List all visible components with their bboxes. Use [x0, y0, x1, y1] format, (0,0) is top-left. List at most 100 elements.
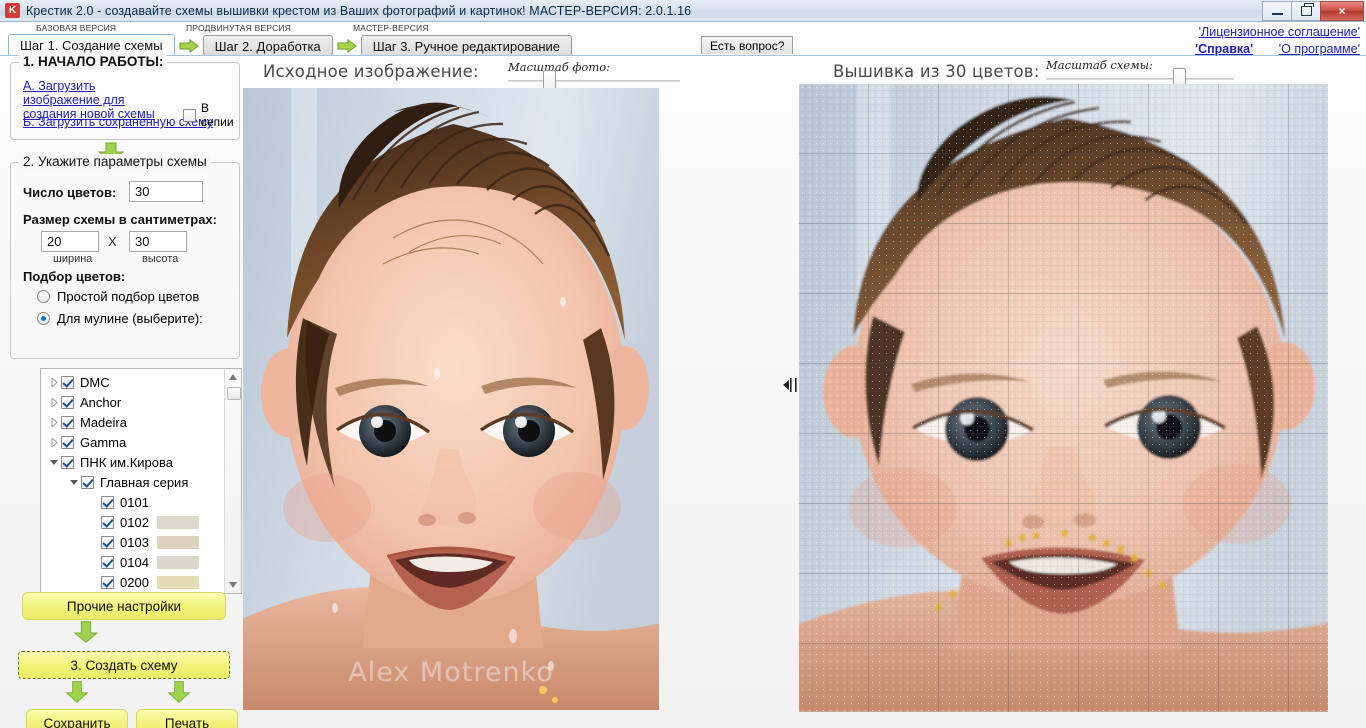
help-link[interactable]: 'Справка' [1195, 42, 1253, 56]
question-button[interactable]: Есть вопрос? [701, 36, 794, 54]
palette-tree[interactable]: DMC Anchor Madeira Gamma ПНК им.Кирова Главна… [40, 368, 242, 594]
size-label: Размер схемы в сантиметрах: [23, 212, 217, 227]
tree-item-checkbox[interactable] [61, 455, 74, 469]
scheme-preview[interactable] [799, 84, 1328, 712]
tree-item-label: 0101 [120, 494, 149, 510]
radio-simple-row[interactable]: Простой подбор цветов [37, 289, 199, 304]
color-swatch [156, 515, 199, 529]
tree-item-label: 0104 [120, 554, 149, 570]
source-photo[interactable]: Alex Motrenko [243, 88, 659, 710]
height-input[interactable]: 30 [129, 231, 187, 252]
tree-item-checkbox[interactable] [61, 395, 74, 409]
tree-item-label: 0102 [120, 514, 149, 530]
tree-item[interactable]: Madeira [41, 412, 227, 432]
photo-zoom-track[interactable] [508, 80, 680, 82]
chevron-down-icon[interactable] [67, 479, 81, 486]
tree-item-label: DMC [80, 374, 110, 390]
radio-simple-label: Простой подбор цветов [57, 289, 200, 304]
tab-underline [0, 55, 1366, 56]
tree-item-checkbox[interactable] [101, 575, 114, 589]
create-scheme-button[interactable]: 3. Создать схему [18, 651, 230, 679]
color-swatch [156, 495, 199, 509]
scrollbar-thumb[interactable] [227, 387, 241, 400]
chevron-down-icon[interactable] [47, 459, 61, 466]
tree-item[interactable]: DMC [41, 372, 227, 392]
tree-item-checkbox[interactable] [101, 495, 114, 509]
tree-item-checkbox[interactable] [101, 555, 114, 569]
chevron-right-icon[interactable] [47, 437, 61, 447]
scroll-up-icon[interactable] [225, 369, 241, 385]
tree-item-checkbox[interactable] [81, 475, 94, 489]
tree-item-label: 0200 [120, 574, 149, 590]
tab-step3[interactable]: Шаг 3. Ручное редактирование [360, 35, 573, 56]
tab-caption-master: МАСТЕР-ВЕРСИЯ [353, 23, 429, 33]
application-window: K Крестик 2.0 - создавайте схемы вышивки… [0, 0, 1366, 728]
title-bar: K Крестик 2.0 - создавайте схемы вышивки… [0, 0, 1366, 22]
chevron-right-icon[interactable] [47, 397, 61, 407]
photo-zoom-label: Масштаб фото: [508, 60, 611, 74]
radio-simple[interactable] [37, 290, 50, 303]
color-selection-label: Подбор цветов: [23, 269, 126, 284]
tab-arrow-1-icon [178, 35, 200, 56]
tree-item[interactable]: 0200 [41, 572, 227, 592]
scheme-zoom-label: Масштаб схемы: [1046, 58, 1153, 72]
photo-panel-title: Исходное изображение: [263, 62, 479, 81]
print-button[interactable]: Печать [136, 709, 238, 728]
step-tab-bar: БАЗОВАЯ ВЕРСИЯ ПРОДВИНУТАЯ ВЕРСИЯ МАСТЕР… [0, 22, 1366, 56]
tree-item[interactable]: Главная серия [41, 472, 227, 492]
tree-item-checkbox[interactable] [61, 435, 74, 449]
tab-caption-basic: БАЗОВАЯ ВЕРСИЯ [36, 23, 117, 33]
start-group-legend: 1. НАЧАЛО РАБОТЫ: [19, 54, 168, 69]
license-link[interactable]: 'Лицензионное соглашение' [1199, 25, 1360, 39]
tree-item-checkbox[interactable] [101, 535, 114, 549]
color-swatch [156, 575, 199, 589]
restore-button[interactable] [1291, 0, 1320, 21]
tree-item[interactable]: Anchor [41, 392, 227, 412]
scheme-zoom-track[interactable] [1046, 78, 1234, 80]
start-group: 1. НАЧАЛО РАБОТЫ: А. Загрузить изображен… [10, 54, 240, 140]
palette-tree-scrollbar[interactable] [224, 369, 241, 593]
sepia-checkbox[interactable] [183, 108, 196, 122]
tree-item-label: Madeira [80, 414, 127, 430]
tree-item-checkbox[interactable] [61, 375, 74, 389]
tree-item[interactable]: 0104 [41, 552, 227, 572]
colors-count-input[interactable]: 30 [129, 181, 203, 202]
radio-floss[interactable] [37, 312, 50, 325]
about-link[interactable]: 'О программе' [1279, 42, 1360, 56]
params-group: 2. Укажите параметры схемы Число цветов:… [10, 154, 240, 359]
minimize-button[interactable] [1262, 0, 1291, 21]
tree-item[interactable]: Gamma [41, 432, 227, 452]
tree-item[interactable]: ПНК им.Кирова [41, 452, 227, 472]
window-controls: × [1262, 0, 1366, 21]
tree-item-label: Главная серия [100, 474, 189, 490]
tab-step1[interactable]: Шаг 1. Создание схемы [8, 34, 175, 56]
radio-floss-label: Для мулине (выберите): [57, 311, 203, 326]
tree-item[interactable]: 0103 [41, 532, 227, 552]
down-arrow-3-icon [64, 679, 90, 705]
sepia-checkbox-row[interactable]: В сепии [183, 101, 239, 129]
tree-item-checkbox[interactable] [101, 515, 114, 529]
chevron-right-icon[interactable] [47, 417, 61, 427]
tree-item[interactable]: 0102 [41, 512, 227, 532]
tree-item-checkbox[interactable] [61, 415, 74, 429]
tab-step2[interactable]: Шаг 2. Доработка [202, 35, 333, 56]
other-settings-button[interactable]: Прочие настройки [22, 592, 226, 620]
tree-item[interactable]: 0101 [41, 492, 227, 512]
height-caption: высота [142, 253, 179, 265]
tree-item-label: ПНК им.Кирова [80, 454, 174, 470]
scheme-preview-graphic [799, 84, 1328, 712]
scroll-down-icon[interactable] [225, 577, 241, 593]
window-title: Крестик 2.0 - создавайте схемы вышивки к… [26, 3, 692, 18]
k-logo-icon: K [5, 3, 20, 18]
radio-floss-row[interactable]: Для мулине (выберите): [37, 311, 203, 326]
close-button[interactable]: × [1320, 0, 1364, 21]
size-times-symbol: X [108, 234, 117, 249]
tab-caption-advanced: ПРОДВИНУТАЯ ВЕРСИЯ [186, 23, 292, 33]
tab-arrow-2-icon [336, 35, 358, 56]
save-button[interactable]: Сохранить [26, 709, 128, 728]
tab-strip: Шаг 1. Создание схемы Шаг 2. Доработка Ш… [8, 34, 573, 56]
chevron-right-icon[interactable] [47, 377, 61, 387]
width-input[interactable]: 20 [41, 231, 99, 252]
sepia-label: В сепии [201, 101, 234, 129]
down-arrow-2-icon [72, 620, 100, 644]
